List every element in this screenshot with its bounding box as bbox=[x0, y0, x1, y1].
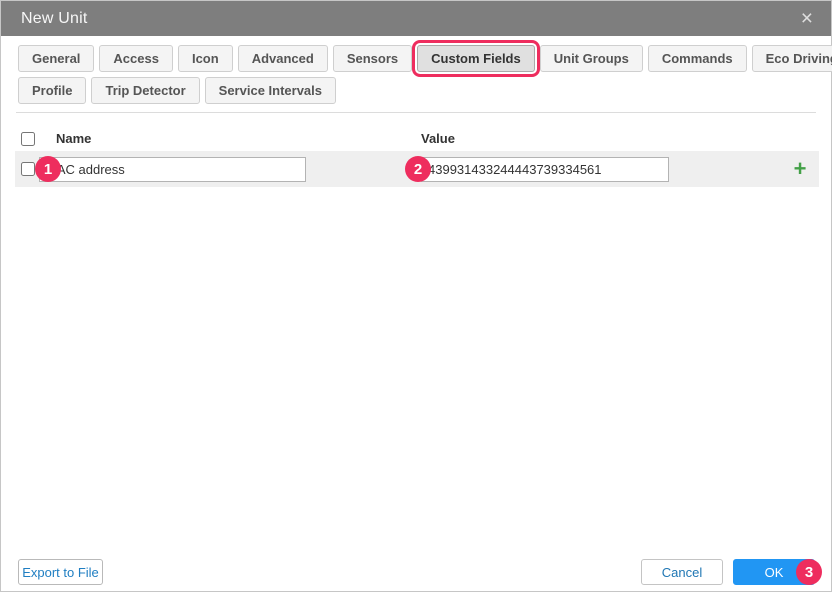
tab-icon[interactable]: Icon bbox=[177, 45, 233, 72]
dialog-title: New Unit bbox=[21, 9, 88, 27]
close-icon[interactable]: × bbox=[797, 6, 817, 31]
new-unit-dialog: New Unit × General Access Icon Advanced … bbox=[0, 0, 832, 592]
dialog-titlebar: New Unit × bbox=[1, 1, 831, 36]
tab-commands[interactable]: Commands bbox=[647, 45, 747, 72]
tabs-divider bbox=[16, 112, 816, 113]
cancel-button[interactable]: Cancel bbox=[641, 559, 723, 585]
add-field-icon[interactable]: + bbox=[781, 151, 819, 187]
tab-profile[interactable]: Profile bbox=[18, 77, 87, 104]
column-header-value: Value bbox=[421, 131, 455, 146]
row-checkbox[interactable] bbox=[21, 162, 35, 176]
annotation-badge-1: 1 bbox=[35, 156, 61, 182]
tab-general[interactable]: General bbox=[18, 45, 95, 72]
tab-unit-groups[interactable]: Unit Groups bbox=[539, 45, 643, 72]
column-header-name: Name bbox=[56, 131, 92, 146]
tab-service-intervals[interactable]: Service Intervals bbox=[204, 77, 337, 104]
tab-access[interactable]: Access bbox=[99, 45, 173, 72]
tab-advanced[interactable]: Advanced bbox=[237, 45, 328, 72]
tabs-row-2: Profile Trip Detector Service Intervals bbox=[18, 77, 337, 104]
annotation-badge-3: 3 bbox=[796, 559, 822, 585]
field-name-input[interactable] bbox=[39, 157, 306, 182]
select-all-checkbox[interactable] bbox=[21, 132, 35, 146]
field-value-input[interactable] bbox=[421, 157, 669, 182]
annotation-badge-2: 2 bbox=[405, 156, 431, 182]
tabs-row-1: General Access Icon Advanced Sensors Cus… bbox=[18, 40, 832, 77]
tab-sensors[interactable]: Sensors bbox=[332, 45, 413, 72]
export-to-file-button[interactable]: Export to File bbox=[18, 559, 103, 585]
tab-custom-fields[interactable]: Custom Fields bbox=[412, 40, 540, 77]
tab-trip-detector[interactable]: Trip Detector bbox=[91, 77, 200, 104]
tab-eco-driving[interactable]: Eco Driving bbox=[751, 45, 832, 72]
